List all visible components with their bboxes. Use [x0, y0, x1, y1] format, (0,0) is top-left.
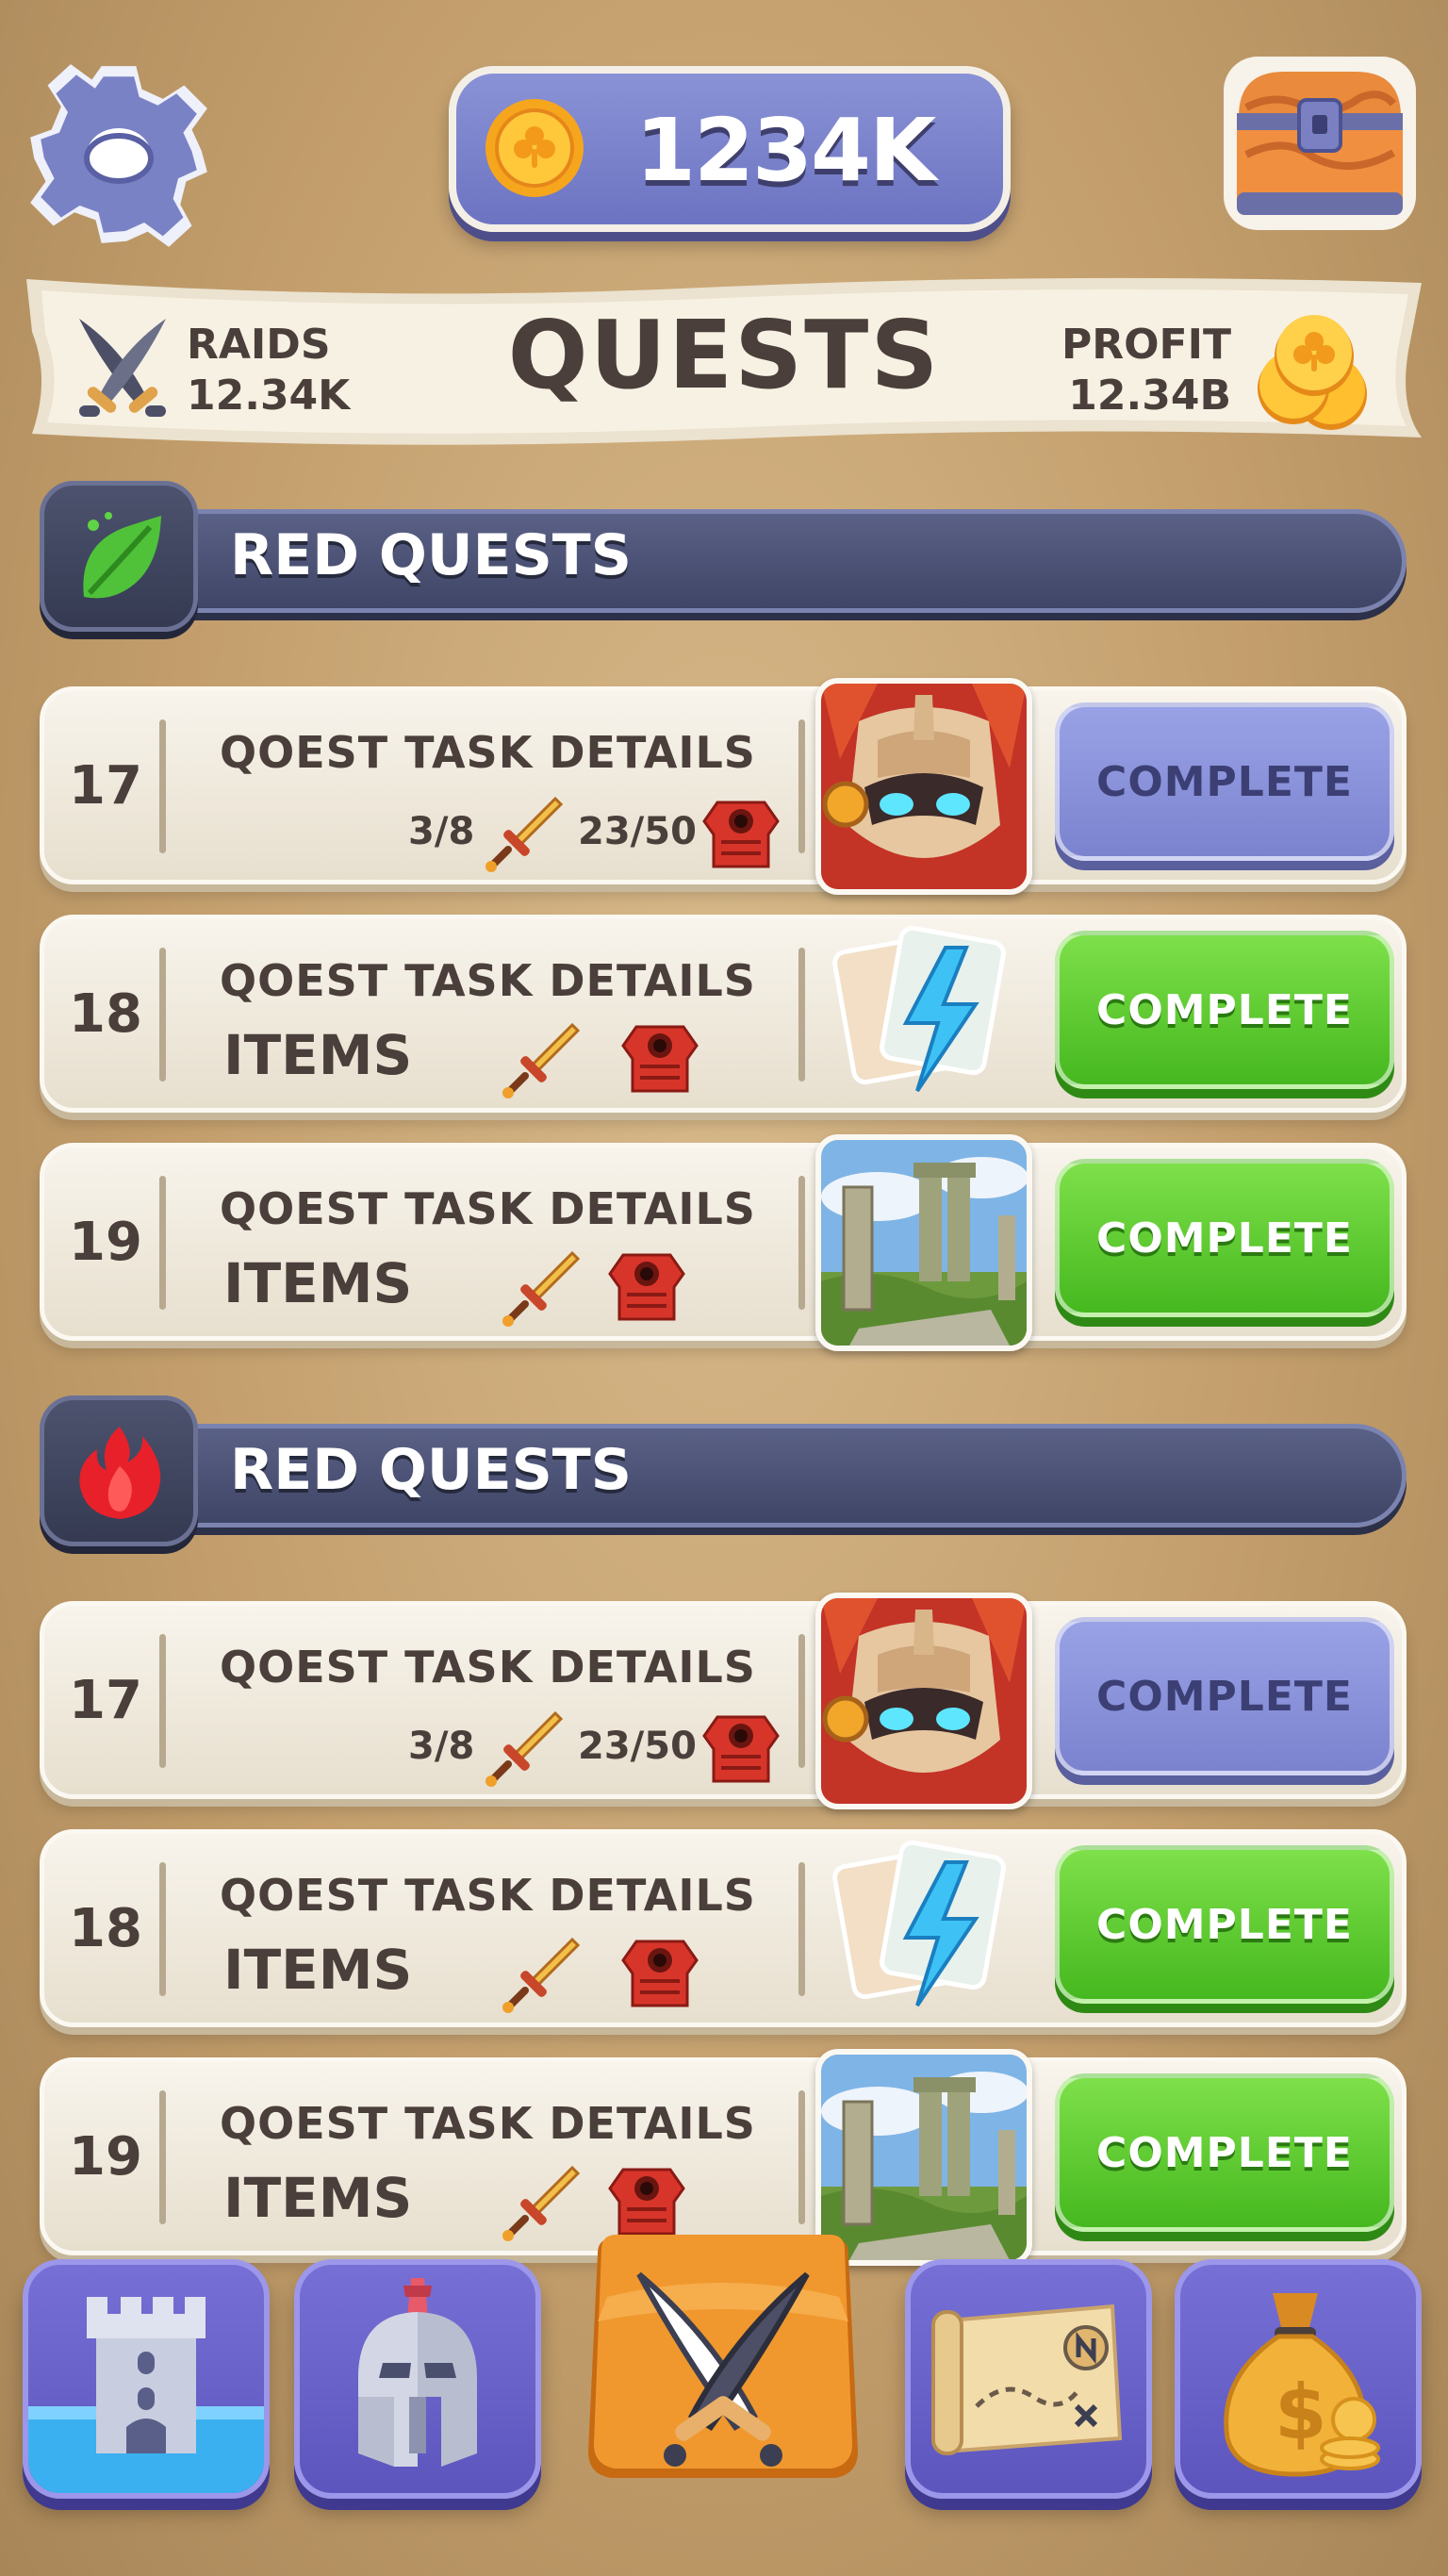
- svg-text:$: $: [1275, 2369, 1327, 2456]
- divider: [159, 2090, 166, 2224]
- quest-number: 19: [69, 2125, 142, 2188]
- section-title: RED QUESTS: [230, 522, 632, 588]
- raids-value: 12.34K: [187, 372, 351, 420]
- armor-icon: [621, 1025, 699, 1093]
- quest-number: 18: [69, 1897, 142, 1959]
- sword-icon: [502, 1022, 581, 1098]
- treasure-chest-icon[interactable]: [1218, 51, 1422, 236]
- quest-number: 17: [69, 1669, 142, 1731]
- quest-number: 19: [69, 1211, 142, 1273]
- quest-thumb-warrior: [815, 678, 1032, 895]
- section-badge: [40, 481, 198, 632]
- money-bag-icon: $: [1224, 2293, 1380, 2477]
- divider: [159, 1634, 166, 1768]
- quest-row: 17 QOEST TASK DETAILS 3/8 23/50 COMPLETE: [40, 1593, 1407, 1809]
- armor-icon: [608, 1253, 685, 1321]
- divider: [798, 1862, 805, 1996]
- items-label: ITEMS: [223, 1023, 413, 1087]
- quest-title: QOEST TASK DETAILS: [220, 955, 756, 1006]
- divider: [798, 1176, 805, 1310]
- armor-icon: [702, 801, 780, 868]
- crossed-swords-icon: [588, 2235, 858, 2478]
- complete-button[interactable]: COMPLETE: [1055, 931, 1394, 1089]
- castle-tower-icon: [28, 2297, 264, 2493]
- profit-value: 12.34B: [1068, 372, 1231, 420]
- complete-button[interactable]: COMPLETE: [1055, 1845, 1394, 2004]
- section-badge: [40, 1395, 198, 1546]
- divider: [159, 1862, 166, 1996]
- quest-title: QOEST TASK DETAILS: [220, 1183, 756, 1234]
- nav-castle-button[interactable]: [23, 2259, 270, 2499]
- divider: [159, 948, 166, 1082]
- complete-button[interactable]: COMPLETE: [1055, 1617, 1394, 1775]
- quest-row: 19 QOEST TASK DETAILS ITEMS COMPLETE: [40, 2049, 1407, 2266]
- quest-thumb-cards: [815, 1821, 1032, 2038]
- complete-button[interactable]: COMPLETE: [1055, 2073, 1394, 2232]
- section-title: RED QUESTS: [230, 1437, 632, 1503]
- quest-title: QOEST TASK DETAILS: [220, 1870, 756, 1921]
- quest-number: 18: [69, 983, 142, 1045]
- quest-row: 18 QOEST TASK DETAILS ITEMS COMPLETE: [40, 915, 1407, 1113]
- nav-heroes-button[interactable]: [294, 2259, 541, 2499]
- coin-stack-icon: [1258, 315, 1367, 430]
- quest-title: QOEST TASK DETAILS: [220, 727, 756, 778]
- quest-row: 17 QOEST TASK DETAILS 3/8 23/50 COMPLETE: [40, 678, 1407, 895]
- complete-button[interactable]: COMPLETE: [1055, 1159, 1394, 1317]
- armor-progress: 23/50: [578, 810, 697, 853]
- leaf-icon: [83, 512, 161, 599]
- items-label: ITEMS: [223, 1938, 413, 2002]
- armor-icon: [702, 1715, 780, 1783]
- quest-thumb-warrior: [815, 1593, 1032, 1809]
- sword-icon: [502, 1937, 581, 2013]
- treasure-map-icon: [931, 2304, 1123, 2455]
- crossed-swords-icon: [79, 319, 166, 417]
- quest-number: 17: [69, 754, 142, 817]
- divider: [159, 1176, 166, 1310]
- clover-coin-icon: [485, 99, 584, 197]
- quest-row: 18 QOEST TASK DETAILS ITEMS COMPLETE: [40, 1829, 1407, 2027]
- divider: [798, 1634, 805, 1768]
- quest-row: 19 QOEST TASK DETAILS ITEMS COMPLETE: [40, 1134, 1407, 1351]
- raids-label: RAIDS: [187, 321, 331, 369]
- sword-progress: 3/8: [408, 1725, 475, 1768]
- quest-title: QOEST TASK DETAILS: [220, 2098, 756, 2149]
- settings-gear-icon[interactable]: [25, 60, 213, 249]
- quest-thumb-cards: [815, 906, 1032, 1123]
- sword-icon: [485, 1710, 564, 1787]
- fire-icon: [79, 1427, 161, 1519]
- coin-balance[interactable]: 1234K: [449, 66, 1011, 232]
- armor-icon: [608, 2168, 685, 2236]
- items-label: ITEMS: [223, 1251, 413, 1315]
- nav-raid-button[interactable]: [569, 2231, 877, 2504]
- armor-icon: [621, 1940, 699, 2007]
- nav-map-button[interactable]: [905, 2259, 1152, 2499]
- coin-amount: 1234K: [635, 100, 936, 201]
- quest-title: QOEST TASK DETAILS: [220, 1642, 756, 1693]
- sword-icon: [502, 1250, 581, 1327]
- profit-label: PROFIT: [1061, 321, 1231, 369]
- complete-button[interactable]: COMPLETE: [1055, 702, 1394, 861]
- divider: [798, 2090, 805, 2224]
- divider: [159, 719, 166, 853]
- quest-thumb-ruins: [815, 1134, 1032, 1351]
- armor-progress: 23/50: [578, 1725, 697, 1768]
- nav-shop-button[interactable]: $: [1175, 2259, 1422, 2499]
- page-title: QUESTS: [507, 300, 941, 410]
- items-label: ITEMS: [223, 2166, 413, 2230]
- sword-icon: [485, 796, 564, 872]
- sword-progress: 3/8: [408, 810, 475, 853]
- spartan-helmet-icon: [358, 2278, 477, 2467]
- divider: [798, 948, 805, 1082]
- divider: [798, 719, 805, 853]
